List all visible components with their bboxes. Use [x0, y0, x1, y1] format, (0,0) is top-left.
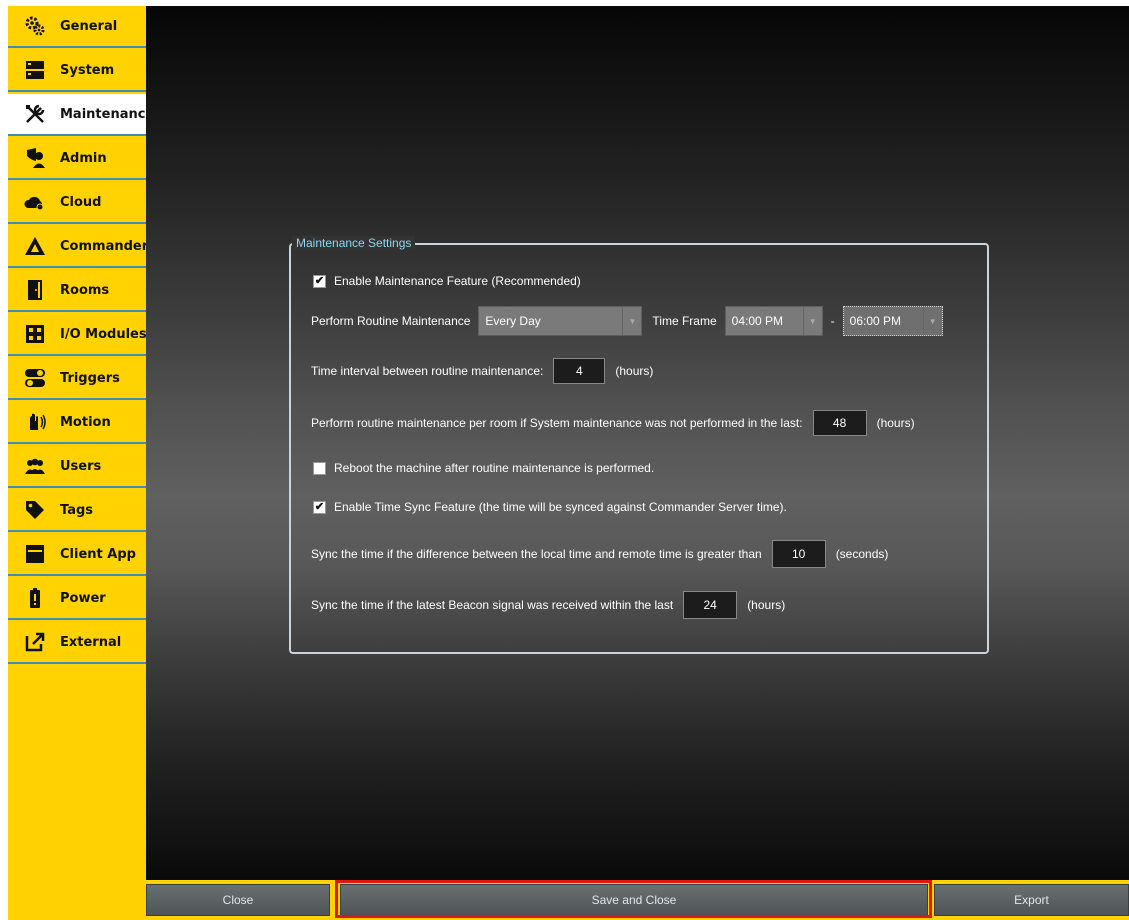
time-sync-row: ✔ Enable Time Sync Feature (the time wil…	[313, 500, 787, 514]
routine-maintenance-row: Perform Routine Maintenance Every Day ▼ …	[311, 306, 943, 336]
time-sync-label: Enable Time Sync Feature (the time will …	[334, 500, 787, 514]
save-and-close-button[interactable]: Save and Close	[340, 884, 928, 916]
sidebar-item-label: Users	[60, 458, 102, 474]
sidebar-item-system[interactable]: System	[8, 50, 146, 92]
sidebar-item-client-app[interactable]: Client App	[8, 534, 146, 576]
sidebar-item-cloud[interactable]: Cloud	[8, 182, 146, 224]
chevron-down-icon: ▼	[802, 307, 822, 335]
sync-beacon-input[interactable]: 24	[683, 591, 738, 619]
door-icon	[24, 279, 46, 301]
motion-hand-icon	[24, 411, 46, 433]
sidebar-item-general[interactable]: General	[8, 6, 146, 48]
interval-unit: (hours)	[615, 364, 654, 378]
battery-icon	[24, 587, 46, 609]
sidebar-item-label: General	[60, 18, 118, 34]
sync-difference-label: Sync the time if the difference between …	[311, 547, 762, 561]
gears-icon	[24, 15, 46, 37]
sidebar-item-label: External	[60, 634, 122, 650]
sidebar-item-label: Admin	[60, 150, 107, 166]
sidebar-item-triggers[interactable]: Triggers	[8, 358, 146, 400]
admin-shield-icon	[24, 147, 46, 169]
export-button[interactable]: Export	[934, 884, 1129, 916]
tag-icon	[24, 499, 46, 521]
sidebar-item-label: Motion	[60, 414, 111, 430]
sidebar-item-users[interactable]: Users	[8, 446, 146, 488]
sync-beacon-row: Sync the time if the latest Beacon signa…	[311, 591, 785, 619]
app-window: General System Maintenance Admin Cloud C…	[0, 0, 1129, 920]
end-time-value: 06:00 PM	[849, 314, 902, 328]
enable-maintenance-checkbox[interactable]: ✔	[313, 274, 326, 288]
sidebar-item-label: Power	[60, 590, 106, 606]
sidebar-nav: General System Maintenance Admin Cloud C…	[8, 6, 154, 920]
cloud-icon	[24, 191, 46, 213]
io-module-icon	[24, 323, 46, 345]
sidebar-item-label: Commander	[60, 238, 149, 254]
sidebar-item-label: Triggers	[60, 370, 120, 386]
reboot-checkbox[interactable]	[313, 461, 326, 475]
sync-beacon-label: Sync the time if the latest Beacon signa…	[311, 598, 674, 612]
frequency-dropdown[interactable]: Every Day ▼	[478, 306, 643, 336]
sidebar-item-maintenance[interactable]: Maintenance	[8, 94, 154, 136]
app-window-icon	[24, 543, 46, 565]
start-time-value: 04:00 PM	[731, 314, 784, 328]
sync-difference-row: Sync the time if the difference between …	[311, 540, 888, 568]
toggle-icon	[24, 367, 46, 389]
interval-input[interactable]: 4	[553, 358, 606, 384]
sidebar-item-label: Client App	[60, 546, 136, 562]
interval-row: Time interval between routine maintenanc…	[311, 358, 653, 384]
sidebar-item-label: Cloud	[60, 194, 102, 210]
routine-maintenance-label: Perform Routine Maintenance	[311, 314, 471, 328]
close-button[interactable]: Close	[146, 884, 330, 916]
frequency-value: Every Day	[485, 314, 541, 328]
sync-difference-unit: (seconds)	[835, 547, 889, 561]
external-link-icon	[24, 631, 46, 653]
group-title: Maintenance Settings	[292, 236, 416, 250]
sidebar-item-label: Rooms	[60, 282, 110, 298]
settings-content-area: Maintenance Settings ✔ Enable Maintenanc…	[146, 6, 1129, 880]
per-room-unit: (hours)	[876, 416, 915, 430]
sidebar-item-label: I/O Modules	[60, 326, 147, 342]
sidebar-item-label: Tags	[60, 502, 94, 518]
sidebar-item-power[interactable]: Power	[8, 578, 146, 620]
start-time-dropdown[interactable]: 04:00 PM ▼	[724, 306, 823, 336]
enable-maintenance-row: ✔ Enable Maintenance Feature (Recommende…	[313, 274, 581, 288]
chevron-down-icon: ▼	[622, 307, 641, 335]
commander-logo-icon	[24, 235, 46, 257]
per-room-label: Perform routine maintenance per room if …	[311, 416, 803, 430]
sidebar-item-external[interactable]: External	[8, 622, 146, 664]
reboot-label: Reboot the machine after routine mainten…	[334, 461, 655, 475]
sync-beacon-unit: (hours)	[747, 598, 786, 612]
per-room-input[interactable]: 48	[812, 410, 867, 436]
footer-bar: Close Save and Close Export	[146, 880, 1129, 920]
sidebar-item-motion[interactable]: Motion	[8, 402, 146, 444]
sidebar-item-tags[interactable]: Tags	[8, 490, 146, 532]
enable-maintenance-label: Enable Maintenance Feature (Recommended)	[334, 274, 581, 288]
server-icon	[24, 59, 46, 81]
end-time-dropdown[interactable]: 06:00 PM ▼	[842, 306, 943, 336]
per-room-row: Perform routine maintenance per room if …	[311, 410, 915, 436]
chevron-down-icon: ▼	[922, 307, 942, 335]
sidebar-item-commander[interactable]: Commander	[8, 226, 149, 268]
sidebar-item-label: System	[60, 62, 115, 78]
sync-difference-input[interactable]: 10	[771, 540, 826, 568]
time-sync-checkbox[interactable]: ✔	[313, 500, 326, 514]
tools-icon	[24, 103, 46, 125]
users-icon	[24, 455, 46, 477]
sidebar-item-io-modules[interactable]: I/O Modules	[8, 314, 147, 356]
time-range-separator: -	[830, 314, 835, 328]
sidebar-item-admin[interactable]: Admin	[8, 138, 146, 180]
sidebar-item-rooms[interactable]: Rooms	[8, 270, 146, 312]
reboot-row: Reboot the machine after routine mainten…	[313, 461, 654, 475]
time-frame-label: Time Frame	[652, 314, 717, 328]
sidebar-item-label: Maintenance	[60, 106, 155, 122]
interval-label: Time interval between routine maintenanc…	[311, 364, 544, 378]
